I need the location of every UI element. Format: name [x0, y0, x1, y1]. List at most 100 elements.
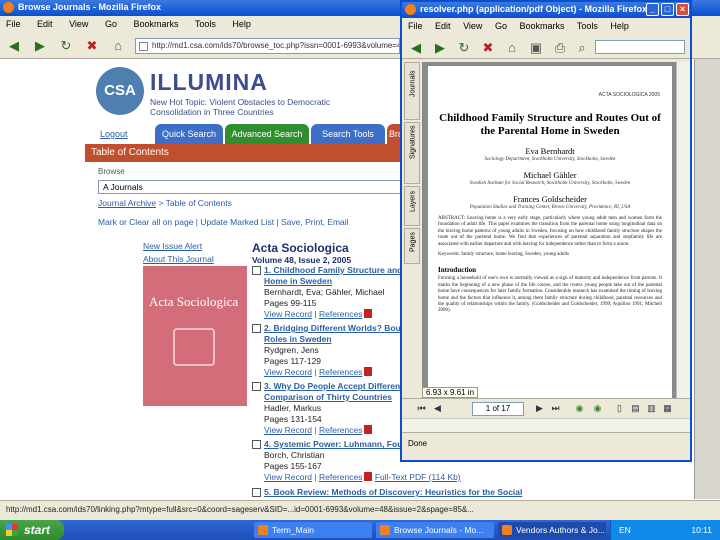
go-back-icon[interactable]: ◉ [574, 403, 585, 414]
menu-view[interactable]: View [463, 21, 482, 31]
taskbar-item[interactable]: Vendors Authors & Jo... [498, 522, 606, 538]
pdf-body-text: Forming a household of one's own is norm… [438, 276, 662, 314]
menu-help[interactable]: Help [610, 21, 629, 31]
article-title-link[interactable]: 5. Book Review: Methods of Discovery: He… [264, 487, 552, 498]
menu-go[interactable]: Go [495, 21, 507, 31]
article-checkbox[interactable] [252, 488, 261, 497]
csa-logo[interactable]: CSA [96, 67, 144, 115]
search-icon[interactable]: ⌕ [574, 40, 590, 56]
start-button[interactable]: start [0, 520, 64, 540]
maximize-button[interactable]: □ [661, 3, 674, 16]
firefox-icon [405, 4, 416, 15]
menu-edit[interactable]: Edit [37, 19, 53, 29]
side-tab-pages[interactable]: Pages [404, 228, 420, 264]
pdf-icon[interactable] [364, 367, 373, 376]
single-page-icon[interactable]: ▯ [614, 403, 625, 414]
pdf-affiliation: Swedish Institute for Social Research, S… [469, 181, 631, 186]
full-text-pdf-link[interactable]: Full-Text PDF (114 Kb) [375, 472, 461, 482]
references-link[interactable]: References [319, 367, 362, 377]
browse-select[interactable]: A Journals [98, 180, 403, 194]
back-arrow-icon[interactable]: ◀ [408, 40, 424, 56]
side-tab-layers[interactable]: Layers [404, 186, 420, 226]
stop-icon[interactable]: ✖ [84, 38, 100, 54]
references-link[interactable]: References [319, 472, 362, 482]
tab-quick-search[interactable]: Quick Search [155, 124, 223, 144]
forward-arrow-icon[interactable]: ▶ [32, 38, 48, 54]
tab-advanced-search[interactable]: Advanced Search [225, 124, 309, 144]
article-title-link[interactable]: 2. Bridging Different Worlds? Boundary W… [264, 323, 447, 334]
pdf-vertical-scrollbar[interactable] [676, 62, 690, 398]
breadcrumb-journal-archive[interactable]: Journal Archive [98, 198, 156, 208]
references-link[interactable]: References [319, 309, 362, 319]
start-label: start [24, 523, 51, 537]
about-journal-link[interactable]: About This Journal [143, 254, 214, 264]
taskbar-item[interactable]: Browse Journals - Mo... [376, 522, 494, 538]
pdf-author: Frances Goldscheider [513, 194, 587, 204]
forward-arrow-icon[interactable]: ▶ [432, 40, 448, 56]
menu-bookmarks[interactable]: Bookmarks [133, 19, 178, 29]
last-page-icon[interactable]: ⏭ [550, 403, 561, 414]
pdf-icon[interactable] [364, 472, 373, 481]
save-icon[interactable]: ▣ [528, 40, 544, 56]
article-title-continued[interactable]: Roles in Sweden [264, 334, 412, 345]
reload-icon[interactable]: ↻ [58, 38, 74, 54]
view-record-link[interactable]: View Record [264, 309, 312, 319]
menu-view[interactable]: View [69, 19, 88, 29]
next-page-icon[interactable]: ▶ [534, 403, 545, 414]
side-tab-journals[interactable]: Journals [404, 62, 420, 120]
address-bar[interactable]: http://md1.csa.com/ids70/browse_toc.php?… [135, 38, 400, 54]
taskbar-item[interactable]: Term_Main [254, 522, 372, 538]
pdf-viewer[interactable]: ACTA SOCIOLOGICA 2005 Childhood Family S… [422, 62, 676, 398]
page-number-field[interactable]: 1 of 17 [472, 402, 524, 416]
menu-help[interactable]: Help [232, 19, 251, 29]
close-button[interactable]: × [676, 3, 689, 16]
home-icon[interactable]: ⌂ [504, 40, 520, 56]
continuous-icon[interactable]: ▤ [630, 403, 641, 414]
article-checkbox[interactable] [252, 382, 261, 391]
menu-tools[interactable]: Tools [577, 21, 598, 31]
facing-icon[interactable]: ▥ [646, 403, 657, 414]
page-icon [139, 42, 148, 51]
menu-tools[interactable]: Tools [195, 19, 216, 29]
article-title-continued[interactable]: Home in Sweden [264, 276, 412, 287]
menu-edit[interactable]: Edit [435, 21, 451, 31]
article-authors: Rydgren, Jens [264, 345, 319, 355]
print-icon[interactable]: ⎙ [552, 40, 568, 56]
article-checkbox[interactable] [252, 324, 261, 333]
stop-icon[interactable]: ✖ [480, 40, 496, 56]
popup-address-bar[interactable] [595, 40, 685, 54]
pdf-author: Michael Gähler [523, 170, 577, 180]
marked-list-actions[interactable]: Mark or Clear all on page | Update Marke… [98, 217, 349, 227]
view-record-link[interactable]: View Record [264, 425, 312, 435]
volume-issue: Volume 48, Issue 2, 2005 [252, 255, 352, 265]
article-title-continued[interactable]: Comparison of Thirty Countries [264, 392, 412, 403]
menu-go[interactable]: Go [105, 19, 117, 29]
tab-search-tools[interactable]: Search Tools [311, 124, 385, 144]
back-arrow-icon[interactable]: ◀ [6, 38, 22, 54]
menu-file[interactable]: File [6, 19, 21, 29]
article-checkbox[interactable] [252, 440, 261, 449]
reload-icon[interactable]: ↻ [456, 40, 472, 56]
home-icon[interactable]: ⌂ [110, 38, 126, 54]
continuous-facing-icon[interactable]: ▦ [662, 403, 673, 414]
menu-file[interactable]: File [408, 21, 423, 31]
references-link[interactable]: References [319, 425, 362, 435]
pdf-icon[interactable] [364, 309, 373, 318]
side-tab-signatures[interactable]: Signatures [404, 122, 420, 184]
pdf-icon[interactable] [364, 425, 373, 434]
article-title-link[interactable]: 1. Childhood Family Structure and Routes… [264, 265, 582, 276]
previous-page-icon[interactable]: ◀ [432, 403, 443, 414]
first-page-icon[interactable]: ⏮ [416, 403, 427, 414]
minimize-button[interactable]: _ [646, 3, 659, 16]
pdf-horizontal-scrollbar[interactable] [402, 418, 690, 432]
menu-bookmarks[interactable]: Bookmarks [519, 21, 564, 31]
article-title-link[interactable]: 3. Why Do People Accept Different [264, 381, 412, 392]
new-issue-alert-link[interactable]: New Issue Alert [143, 241, 202, 251]
view-record-link[interactable]: View Record [264, 472, 312, 482]
go-forward-icon[interactable]: ◉ [592, 403, 603, 414]
windows-flag-icon [6, 524, 18, 536]
article-checkbox[interactable] [252, 266, 261, 275]
view-record-link[interactable]: View Record [264, 367, 312, 377]
hot-topic-link[interactable]: New Hot Topic: Violent Obstacles to Demo… [150, 97, 360, 117]
language-indicator[interactable]: EN [619, 525, 631, 535]
